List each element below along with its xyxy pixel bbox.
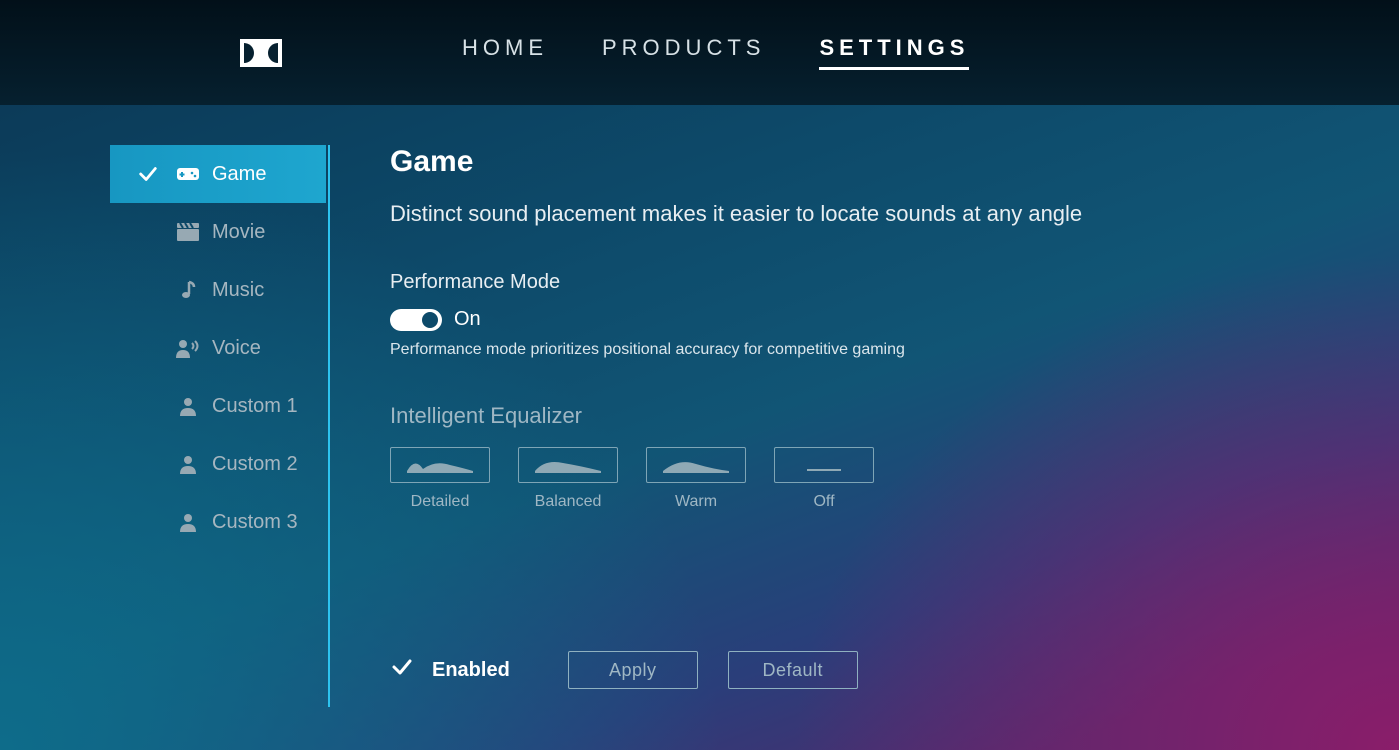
- voice-person-icon: [176, 336, 200, 360]
- default-button[interactable]: Default: [728, 651, 858, 689]
- movie-clapper-icon: [176, 220, 200, 244]
- top-nav: HOME PRODUCTS SETTINGS: [462, 35, 969, 70]
- sidebar-item-label: Game: [212, 163, 266, 186]
- sidebar-item-game[interactable]: Game: [110, 145, 326, 203]
- performance-mode-state: On: [454, 308, 481, 331]
- person-icon: [176, 394, 200, 418]
- equalizer-label: Intelligent Equalizer: [390, 403, 1230, 429]
- sidebar-item-label: Custom 3: [212, 511, 298, 534]
- sidebar-item-label: Voice: [212, 337, 261, 360]
- eq-option-label: Detailed: [390, 493, 490, 511]
- nav-products[interactable]: PRODUCTS: [602, 35, 765, 70]
- eq-option-off[interactable]: Off: [774, 447, 874, 511]
- sidebar-item-custom2[interactable]: Custom 2: [110, 435, 326, 493]
- eq-curve-off-icon: [789, 455, 859, 475]
- settings-main: Game Distinct sound placement makes it e…: [330, 145, 1290, 707]
- game-controller-icon: [176, 162, 200, 186]
- page-title: Game: [390, 145, 1230, 179]
- eq-option-label: Balanced: [518, 493, 618, 511]
- performance-mode-label: Performance Mode: [390, 271, 1230, 294]
- sidebar-item-label: Movie: [212, 221, 265, 244]
- eq-option-warm[interactable]: Warm: [646, 447, 746, 511]
- enabled-label: Enabled: [432, 659, 510, 682]
- equalizer-options: Detailed Balanced Warm Off: [390, 447, 1230, 511]
- sidebar-item-custom3[interactable]: Custom 3: [110, 493, 326, 551]
- dolby-logo-icon: [240, 39, 282, 67]
- person-icon: [176, 452, 200, 476]
- eq-option-detailed[interactable]: Detailed: [390, 447, 490, 511]
- performance-mode-toggle[interactable]: [390, 309, 442, 331]
- brand-logo: [240, 39, 282, 67]
- performance-mode-note: Performance mode prioritizes positional …: [390, 341, 1230, 359]
- sidebar-item-music[interactable]: Music: [110, 261, 326, 319]
- sidebar-item-label: Music: [212, 279, 264, 302]
- enabled-indicator: Enabled: [390, 655, 510, 685]
- apply-button[interactable]: Apply: [568, 651, 698, 689]
- sidebar-item-custom1[interactable]: Custom 1: [110, 377, 326, 435]
- eq-option-balanced[interactable]: Balanced: [518, 447, 618, 511]
- eq-option-label: Warm: [646, 493, 746, 511]
- music-note-icon: [176, 278, 200, 302]
- check-icon: [390, 655, 414, 685]
- sidebar-item-movie[interactable]: Movie: [110, 203, 326, 261]
- eq-curve-balanced-icon: [533, 455, 603, 475]
- nav-home[interactable]: HOME: [462, 35, 548, 70]
- footer-actions: Enabled Apply Default: [390, 651, 1230, 689]
- nav-settings[interactable]: SETTINGS: [819, 35, 969, 70]
- page-description: Distinct sound placement makes it easier…: [390, 201, 1230, 227]
- eq-curve-warm-icon: [661, 455, 731, 475]
- settings-sidebar: Game Movie Music Voice: [0, 145, 330, 707]
- eq-curve-detailed-icon: [405, 455, 475, 475]
- check-icon: [134, 160, 162, 188]
- sidebar-item-label: Custom 1: [212, 395, 298, 418]
- eq-option-label: Off: [774, 493, 874, 511]
- sidebar-item-voice[interactable]: Voice: [110, 319, 326, 377]
- person-icon: [176, 510, 200, 534]
- app-header: HOME PRODUCTS SETTINGS: [0, 0, 1399, 105]
- sidebar-item-label: Custom 2: [212, 453, 298, 476]
